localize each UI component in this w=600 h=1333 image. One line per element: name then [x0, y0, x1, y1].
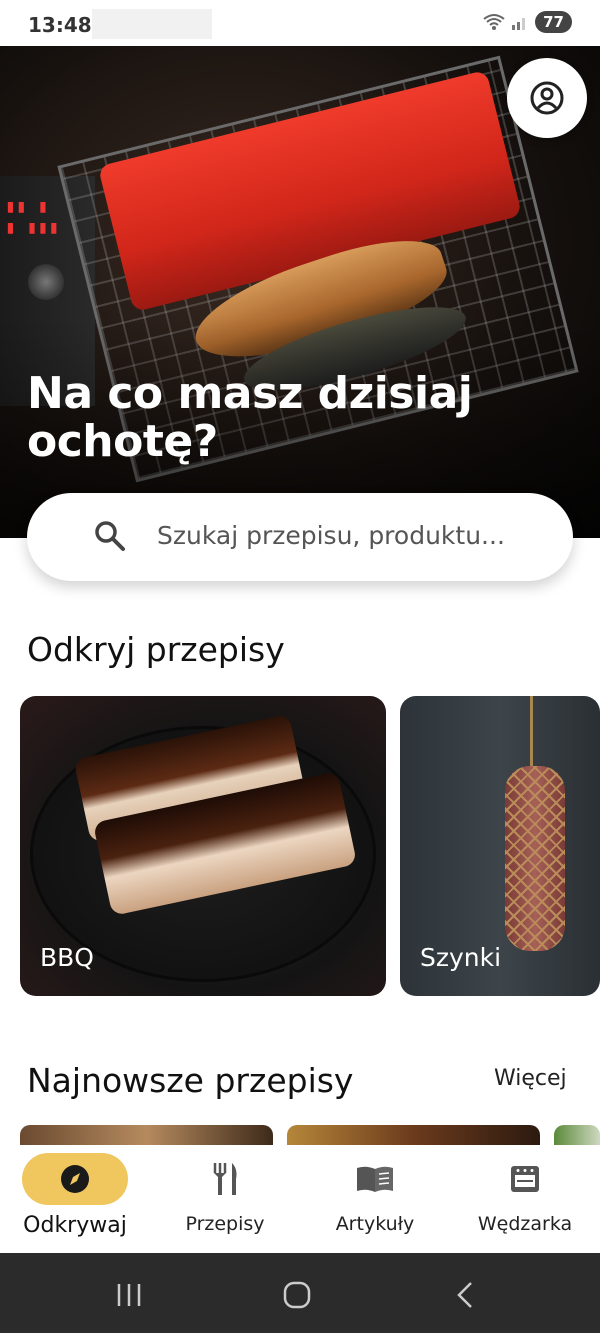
- hero-title: Na co masz dzisiaj ochotę?: [27, 368, 473, 467]
- nav-item-recipes[interactable]: Przepisy: [165, 1145, 285, 1253]
- section-title-discover: Odkryj przepisy: [27, 630, 285, 669]
- home-icon[interactable]: [283, 1281, 311, 1309]
- hero-oven-display: ▮▮ ▮ ▮ ▮▮▮: [5, 196, 60, 238]
- nav-item-smoker[interactable]: Wędzarka: [465, 1145, 585, 1253]
- category-card-label: Szynki: [420, 943, 502, 972]
- nav-label: Przepisy: [185, 1213, 265, 1235]
- profile-button[interactable]: [507, 58, 587, 138]
- nav-item-articles[interactable]: Artykuły: [315, 1145, 435, 1253]
- signal-icon: [512, 18, 526, 30]
- compass-icon: [61, 1165, 89, 1193]
- recipe-card-preview[interactable]: [554, 1125, 600, 1145]
- category-card-szynki[interactable]: Szynki: [400, 696, 600, 996]
- battery-indicator: 77: [535, 11, 572, 33]
- nav-item-discover[interactable]: Odkrywaj: [14, 1145, 136, 1253]
- bottom-nav: Odkrywaj Przepisy Artykuły Wędzarka: [0, 1145, 600, 1253]
- battery-level: 77: [543, 13, 564, 31]
- recent-apps-icon[interactable]: [115, 1283, 143, 1307]
- status-icons: 77: [483, 11, 572, 33]
- recipe-card-preview[interactable]: [287, 1125, 540, 1145]
- nav-label: Artykuły: [335, 1213, 415, 1235]
- hero-oven-knob: [28, 264, 64, 300]
- fork-knife-icon: [213, 1163, 237, 1195]
- category-card-label: BBQ: [40, 943, 94, 972]
- search-bar[interactable]: Szukaj przepisu, produktu...: [27, 493, 573, 581]
- wifi-icon: [483, 14, 505, 30]
- category-card-bbq[interactable]: BBQ: [20, 696, 386, 996]
- system-nav-bar: [0, 1253, 600, 1333]
- more-link[interactable]: Więcej: [494, 1066, 567, 1091]
- ham-image: [505, 766, 565, 951]
- smoker-icon: [511, 1166, 539, 1192]
- back-icon[interactable]: [455, 1281, 475, 1309]
- ham-string-image: [530, 696, 533, 771]
- search-icon: [95, 521, 125, 551]
- recipe-card-preview[interactable]: [20, 1125, 273, 1145]
- section-title-newest: Najnowsze przepisy: [27, 1061, 354, 1100]
- status-bar: 13:48 77: [0, 0, 600, 46]
- nav-label: Wędzarka: [477, 1213, 573, 1235]
- book-icon: [357, 1166, 393, 1192]
- status-notification-area: [92, 9, 212, 39]
- user-icon: [530, 81, 564, 115]
- nav-active-pill: [22, 1153, 128, 1205]
- status-time: 13:48: [28, 13, 92, 37]
- search-input[interactable]: Szukaj przepisu, produktu...: [157, 521, 505, 550]
- nav-label: Odkrywaj: [23, 1213, 127, 1238]
- hero-banner: ▮▮ ▮ ▮ ▮▮▮ Na co masz dzisiaj ochotę?: [0, 46, 600, 538]
